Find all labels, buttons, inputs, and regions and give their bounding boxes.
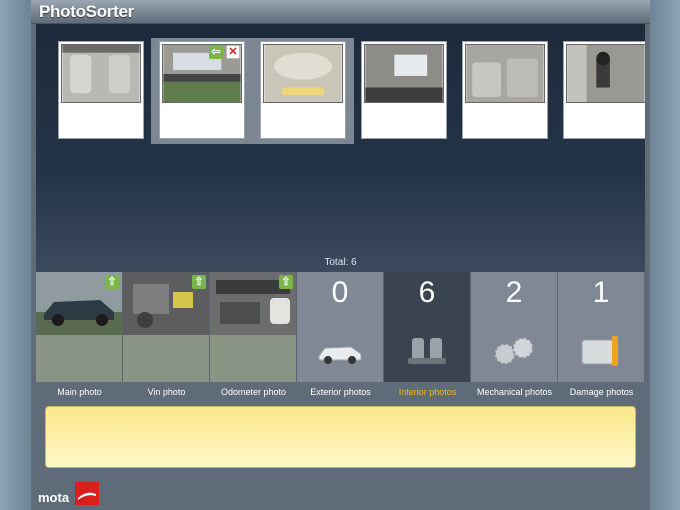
thumbnail-image xyxy=(465,44,545,103)
category-exterior-photos[interactable]: 0 xyxy=(297,272,384,382)
mechanical-count: 2 xyxy=(505,276,523,309)
thumbnail-caption xyxy=(364,106,444,136)
photo-viewer: ⇦ ✕ Total: 6 xyxy=(36,24,645,272)
exterior-count: 0 xyxy=(331,276,349,309)
category-bar: ⇧ ⇧ ⇧ 0 6 2 1 xyxy=(36,272,645,382)
thumbnail-tools: ⇦ ✕ xyxy=(209,45,240,59)
category-odometer-photo[interactable]: ⇧ xyxy=(210,272,297,382)
thumbnail-caption xyxy=(263,106,343,136)
car-icon xyxy=(318,346,362,364)
category-interior-photos[interactable]: 6 xyxy=(384,272,471,382)
label-main-photo[interactable]: Main photo xyxy=(36,384,123,400)
thumbnail[interactable] xyxy=(58,41,144,139)
label-mechanical-photos[interactable]: Mechanical photos xyxy=(471,384,558,400)
add-icon[interactable]: ⇧ xyxy=(105,275,119,289)
app-window: PhotoSorter ⇦ ✕ Total: 6 ⇧ ⇧ ⇧ 0 6 2 1 M… xyxy=(31,0,650,510)
label-odometer-photo[interactable]: Odometer photo xyxy=(210,384,297,400)
label-exterior-photos[interactable]: Exterior photos xyxy=(297,384,384,400)
label-damage-photos[interactable]: Damage photos xyxy=(558,384,645,400)
thumbnail-image xyxy=(566,44,645,103)
thumbnail-caption xyxy=(465,106,545,136)
thumbnail-image xyxy=(61,44,141,103)
category-damage-photos[interactable]: 1 xyxy=(558,272,645,382)
thumbnail[interactable] xyxy=(462,41,548,139)
thumbnail-image xyxy=(364,44,444,103)
thumbnail[interactable] xyxy=(563,41,645,139)
notes-panel[interactable] xyxy=(45,406,636,468)
app-title: PhotoSorter xyxy=(39,2,134,21)
thumbnail-caption xyxy=(61,106,141,136)
bandage-icon xyxy=(581,336,619,366)
interior-count: 6 xyxy=(418,276,436,309)
footer: mota xyxy=(31,478,650,510)
thumbnail[interactable] xyxy=(260,41,346,139)
seat-icon xyxy=(408,338,446,364)
thumbnail-image xyxy=(263,44,343,103)
category-mechanical-photos[interactable]: 2 xyxy=(471,272,558,382)
brand-mark-icon xyxy=(75,482,99,505)
gears-icon xyxy=(494,337,534,365)
label-interior-photos[interactable]: Interior photos xyxy=(384,384,471,400)
thumbnail[interactable]: ⇦ ✕ xyxy=(159,41,245,139)
thumbnail[interactable] xyxy=(361,41,447,139)
title-bar: PhotoSorter xyxy=(31,0,650,24)
damage-count: 1 xyxy=(592,276,610,309)
delete-icon[interactable]: ✕ xyxy=(226,45,240,59)
thumbnail-caption xyxy=(162,106,242,136)
brand-logo: mota xyxy=(38,490,70,505)
label-vin-photo[interactable]: Vin photo xyxy=(123,384,210,400)
thumbnail-caption xyxy=(566,106,645,136)
category-labels: Main photo Vin photo Odometer photo Exte… xyxy=(36,384,645,400)
category-main-photo[interactable]: ⇧ xyxy=(36,272,123,382)
total-count: Total: 6 xyxy=(324,257,357,268)
add-icon[interactable]: ⇧ xyxy=(192,275,206,289)
category-vin-photo[interactable]: ⇧ xyxy=(123,272,210,382)
move-icon[interactable]: ⇦ xyxy=(209,45,223,59)
add-icon[interactable]: ⇧ xyxy=(279,275,293,289)
